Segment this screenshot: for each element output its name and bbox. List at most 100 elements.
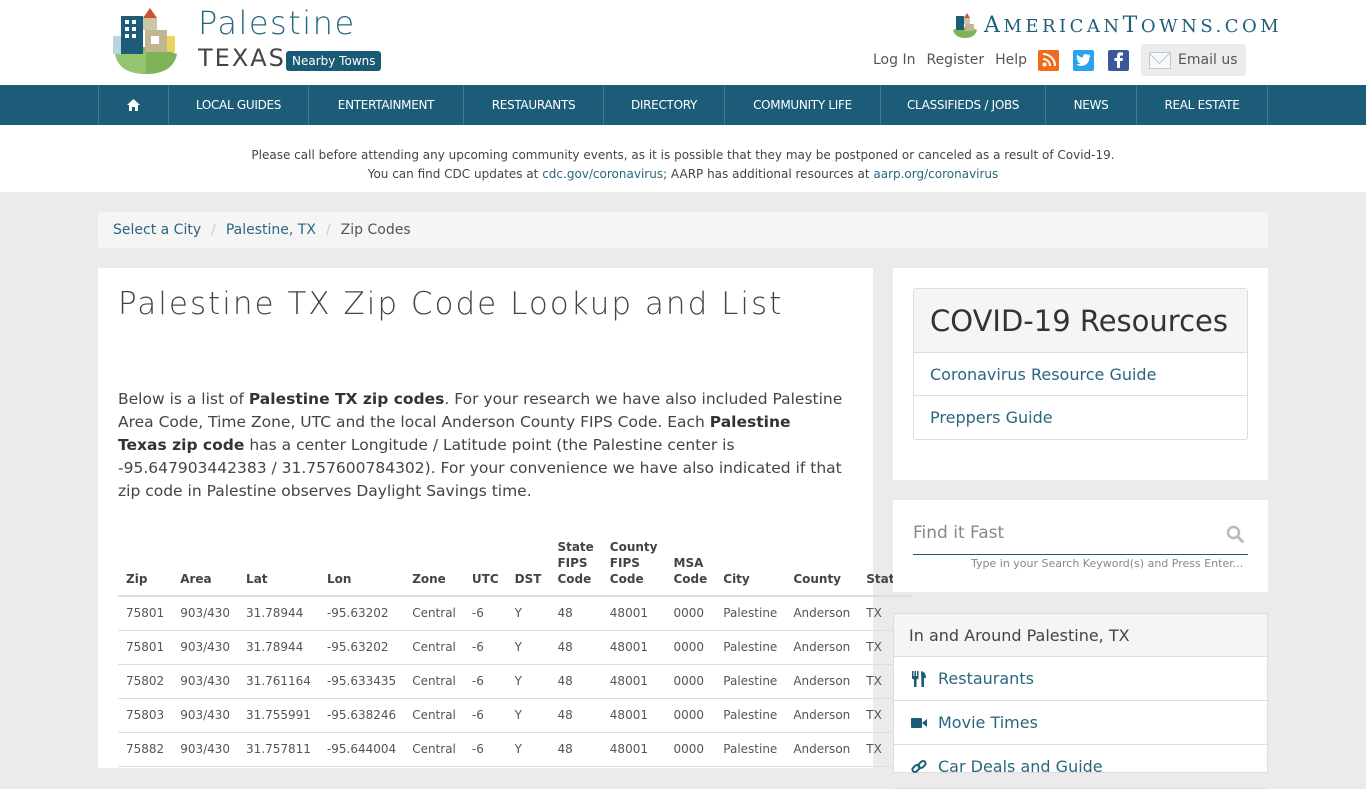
main-content: Palestine TX Zip Code Lookup and List Be…	[98, 268, 911, 768]
covid-notice: Please call before attending any upcomin…	[0, 125, 1366, 192]
email-us-button[interactable]: Email us	[1141, 44, 1246, 76]
nav-home[interactable]	[99, 85, 169, 125]
table-cell: 903/430	[172, 732, 239, 767]
top-links: Log In Register Help Email us	[873, 44, 1246, 76]
help-link[interactable]: Help	[995, 52, 1027, 68]
breadcrumb: Select a City / Palestine, TX / Zip Code…	[98, 212, 1268, 248]
around-item-movie-times[interactable]: Movie Times	[894, 701, 1267, 745]
table-cell: 48001	[601, 698, 666, 733]
around-item-car-deals[interactable]: Car Deals and Guide	[894, 745, 1267, 789]
table-header-row: Zip Area Lat Lon Zone UTC DST State FIPS…	[118, 536, 911, 597]
register-link[interactable]: Register	[926, 52, 984, 68]
twitter-icon[interactable]	[1073, 49, 1095, 71]
cdc-link[interactable]: cdc.gov/coronavirus	[542, 167, 663, 181]
table-cell: 75802	[118, 664, 173, 699]
table-cell: Palestine	[715, 732, 786, 767]
city-logo-icon[interactable]	[113, 6, 179, 76]
table-cell: -95.644004	[318, 732, 405, 767]
table-cell: Y	[506, 698, 550, 733]
around-item-label: Car Deals and Guide	[938, 757, 1103, 776]
nav-local-guides[interactable]: LOCAL GUIDES	[169, 85, 309, 125]
table-cell: Y	[506, 630, 550, 665]
table-cell: Anderson	[785, 698, 859, 733]
nav-community-life[interactable]: COMMUNITY LIFE	[725, 85, 881, 125]
nav-restaurants[interactable]: RESTAURANTS	[464, 85, 604, 125]
home-icon	[127, 99, 140, 111]
americantowns-wordmark: AMERICANTOWNS.COM	[984, 12, 1283, 38]
intro-paragraph: Below is a list of Palestine TX zip code…	[118, 390, 843, 500]
table-cell: -6	[463, 596, 507, 631]
table-cell: 48001	[601, 732, 666, 767]
table-cell: 48	[549, 698, 602, 733]
coronavirus-resource-guide-link[interactable]: Coronavirus Resource Guide	[914, 353, 1247, 396]
table-cell: -95.633435	[318, 664, 405, 699]
col-zone: Zone	[404, 536, 464, 597]
breadcrumb-palestine[interactable]: Palestine, TX	[226, 222, 316, 238]
table-cell: Anderson	[785, 732, 859, 767]
nearby-towns-button[interactable]: Nearby Towns	[286, 51, 382, 71]
table-cell: Y	[506, 664, 550, 699]
search-icon[interactable]	[1226, 525, 1244, 543]
in-and-around-card: In and Around Palestine, TX Restaurants …	[893, 613, 1268, 789]
covid-resources-title: COVID-19 Resources	[914, 289, 1247, 353]
table-cell: 48	[549, 596, 602, 631]
table-cell: 0000	[665, 664, 716, 699]
breadcrumb-separator: /	[211, 222, 216, 238]
table-cell: Palestine	[715, 698, 786, 733]
around-item-label: Restaurants	[938, 669, 1034, 688]
table-cell: 903/430	[172, 630, 239, 665]
link-icon	[909, 759, 929, 775]
col-dst: DST	[506, 536, 550, 597]
table-cell: 48	[549, 732, 602, 767]
table-cell: 48	[549, 630, 602, 665]
table-row: 75801 903/430 31.78944 -95.63202 Central -6 Y 4…	[118, 596, 911, 631]
search-input[interactable]	[913, 518, 1203, 548]
nav-entertainment[interactable]: ENTERTAINMENT	[309, 85, 464, 125]
facebook-icon[interactable]	[1108, 49, 1130, 71]
table-cell: 75803	[118, 698, 173, 733]
col-lon: Lon	[318, 536, 405, 597]
preppers-guide-link[interactable]: Preppers Guide	[914, 396, 1247, 439]
col-county-fips: County FIPS Code	[601, 536, 666, 597]
table-cell: Anderson	[785, 596, 859, 631]
login-link[interactable]: Log In	[873, 52, 915, 68]
table-cell: -6	[463, 630, 507, 665]
state-name: TEXAS	[198, 44, 286, 72]
around-item-restaurants[interactable]: Restaurants	[894, 657, 1267, 701]
email-us-label: Email us	[1178, 52, 1238, 68]
table-cell: 903/430	[172, 664, 239, 699]
table-cell: Central	[404, 664, 464, 699]
rss-icon[interactable]	[1038, 49, 1060, 71]
main-nav: LOCAL GUIDES ENTERTAINMENT RESTAURANTS D…	[0, 85, 1366, 125]
nav-news[interactable]: NEWS	[1046, 85, 1137, 125]
table-cell: Central	[404, 698, 464, 733]
table-cell: -6	[463, 732, 507, 767]
col-utc: UTC	[463, 536, 507, 597]
nav-classifieds-jobs[interactable]: CLASSIFIEDS / JOBS	[881, 85, 1046, 125]
col-msa: MSA Code	[665, 536, 716, 597]
nav-real-estate[interactable]: REAL ESTATE	[1137, 85, 1268, 125]
notice-line-1: Please call before attending any upcomin…	[251, 148, 1115, 162]
breadcrumb-select-city[interactable]: Select a City	[113, 222, 201, 238]
zip-code-table: Zip Area Lat Lon Zone UTC DST State FIPS…	[118, 536, 911, 767]
table-row: 75801 903/430 31.78944 -95.63202 Central -6 Y 4…	[118, 630, 911, 665]
col-lat: Lat	[238, 536, 319, 597]
americantowns-logo[interactable]: AMERICANTOWNS.COM	[952, 12, 1282, 38]
covid-resources-card: COVID-19 Resources Coronavirus Resource …	[893, 268, 1268, 480]
city-name[interactable]: Palestine	[198, 4, 356, 42]
table-row: 75882 903/430 31.757811 -95.644004 Central -6…	[118, 732, 911, 767]
table-cell: -6	[463, 664, 507, 699]
in-and-around-title: In and Around Palestine, TX	[894, 614, 1267, 657]
table-cell: 48001	[601, 596, 666, 631]
page-title: Palestine TX Zip Code Lookup and List	[118, 286, 784, 322]
table-cell: 903/430	[172, 596, 239, 631]
utensils-icon	[909, 670, 929, 687]
search-card: Type in your Search Keyword(s) and Press…	[893, 500, 1268, 592]
video-camera-icon	[909, 717, 929, 729]
table-cell: Central	[404, 596, 464, 631]
aarp-link[interactable]: aarp.org/coronavirus	[873, 167, 998, 181]
around-item-label: Movie Times	[938, 713, 1038, 732]
table-cell: Palestine	[715, 664, 786, 699]
nav-directory[interactable]: DIRECTORY	[604, 85, 725, 125]
col-area: Area	[172, 536, 239, 597]
